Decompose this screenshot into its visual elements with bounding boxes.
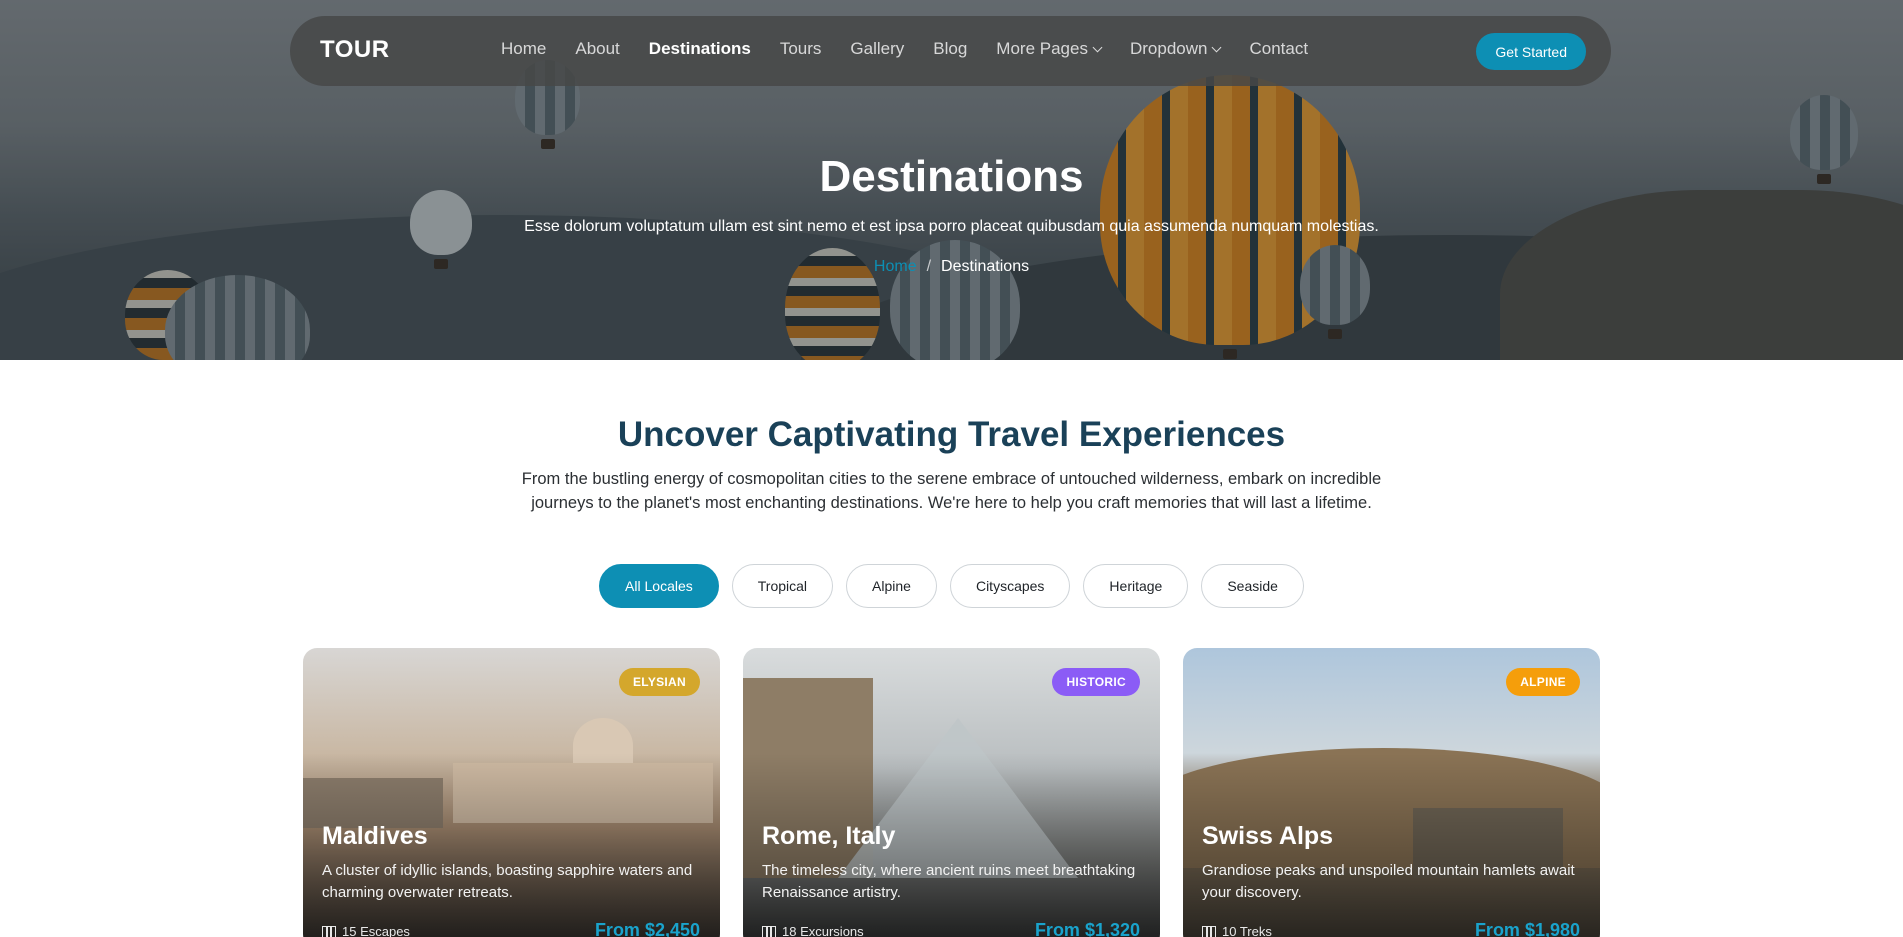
- map-icon: [762, 925, 776, 937]
- card-title: Rome, Italy: [762, 822, 896, 850]
- nav-item-blog[interactable]: Blog: [933, 39, 967, 59]
- nav-item-destinations[interactable]: Destinations: [649, 39, 751, 59]
- nav-item-gallery[interactable]: Gallery: [850, 39, 904, 59]
- section-title: Uncover Captivating Travel Experiences: [617, 415, 1286, 454]
- card-badge: ELYSIAN: [618, 668, 700, 696]
- destination-card-rome[interactable]: HISTORIC Rome, Italy The timeless city, …: [743, 648, 1160, 937]
- breadcrumb-separator: /: [926, 258, 932, 275]
- filter-all-locales[interactable]: All Locales: [599, 564, 719, 608]
- card-meta-label: 18 Excursions: [782, 924, 864, 937]
- card-description: A cluster of idyllic islands, boasting s…: [322, 862, 693, 901]
- destination-card-maldives[interactable]: ELYSIAN Maldives A cluster of idyllic is…: [303, 648, 720, 937]
- card-meta-label: 10 Treks: [1222, 924, 1272, 937]
- map-icon: [1202, 925, 1216, 937]
- destination-card-swiss-alps[interactable]: ALPINE Swiss Alps Grandiose peaks and un…: [1183, 648, 1600, 937]
- page-subtitle: Esse dolorum voluptatum ullam est sint n…: [524, 218, 1379, 235]
- breadcrumb-home-link[interactable]: Home: [874, 258, 917, 275]
- destination-filters: All Locales Tropical Alpine Cityscapes H…: [0, 564, 1903, 608]
- get-started-button[interactable]: Get Started: [1476, 33, 1586, 70]
- filter-cityscapes[interactable]: Cityscapes: [949, 564, 1071, 608]
- nav-item-dropdown[interactable]: Dropdown: [1129, 39, 1222, 59]
- card-title: Swiss Alps: [1202, 822, 1334, 850]
- section-description: From the bustling energy of cosmopolitan…: [521, 470, 1382, 512]
- card-title: Maldives: [322, 822, 428, 850]
- card-price: From $2,450: [594, 920, 700, 937]
- nav-item-home[interactable]: Home: [501, 39, 546, 59]
- filter-heritage[interactable]: Heritage: [1083, 564, 1189, 608]
- card-meta: 10 Treks: [1202, 924, 1272, 937]
- nav-item-more-pages[interactable]: More Pages: [996, 39, 1103, 59]
- card-price: From $1,320: [1034, 920, 1140, 937]
- card-meta-label: 15 Escapes: [342, 924, 410, 937]
- nav-item-dropdown-label: Dropdown: [1129, 39, 1208, 58]
- nav-item-contact[interactable]: Contact: [1249, 39, 1308, 59]
- card-description: Grandiose peaks and unspoiled mountain h…: [1202, 862, 1575, 901]
- site-logo[interactable]: TOUR: [320, 36, 390, 64]
- breadcrumb: Home / Destinations: [0, 258, 1903, 276]
- chevron-down-icon: [1092, 42, 1103, 52]
- nav-item-more-pages-label: More Pages: [996, 39, 1088, 58]
- card-description: The timeless city, where ancient ruins m…: [762, 862, 1136, 901]
- nav-item-tours[interactable]: Tours: [780, 39, 822, 59]
- nav-item-about[interactable]: About: [575, 39, 619, 59]
- card-badge: ALPINE: [1506, 668, 1580, 696]
- main-navbar: TOUR Home About Destinations Tours Galle…: [290, 16, 1611, 86]
- card-price: From $1,980: [1474, 920, 1580, 937]
- card-badge: HISTORIC: [1052, 668, 1140, 696]
- filter-seaside[interactable]: Seaside: [1201, 564, 1304, 608]
- filter-alpine[interactable]: Alpine: [846, 564, 937, 608]
- breadcrumb-current: Destinations: [941, 258, 1030, 275]
- filter-tropical[interactable]: Tropical: [731, 564, 834, 608]
- card-meta: 15 Escapes: [322, 924, 410, 937]
- map-icon: [322, 925, 336, 937]
- nav-menu: Home About Destinations Tours Gallery Bl…: [501, 39, 1337, 59]
- card-meta: 18 Excursions: [762, 924, 864, 937]
- chevron-down-icon: [1212, 42, 1222, 52]
- page-title: Destinations: [819, 152, 1084, 201]
